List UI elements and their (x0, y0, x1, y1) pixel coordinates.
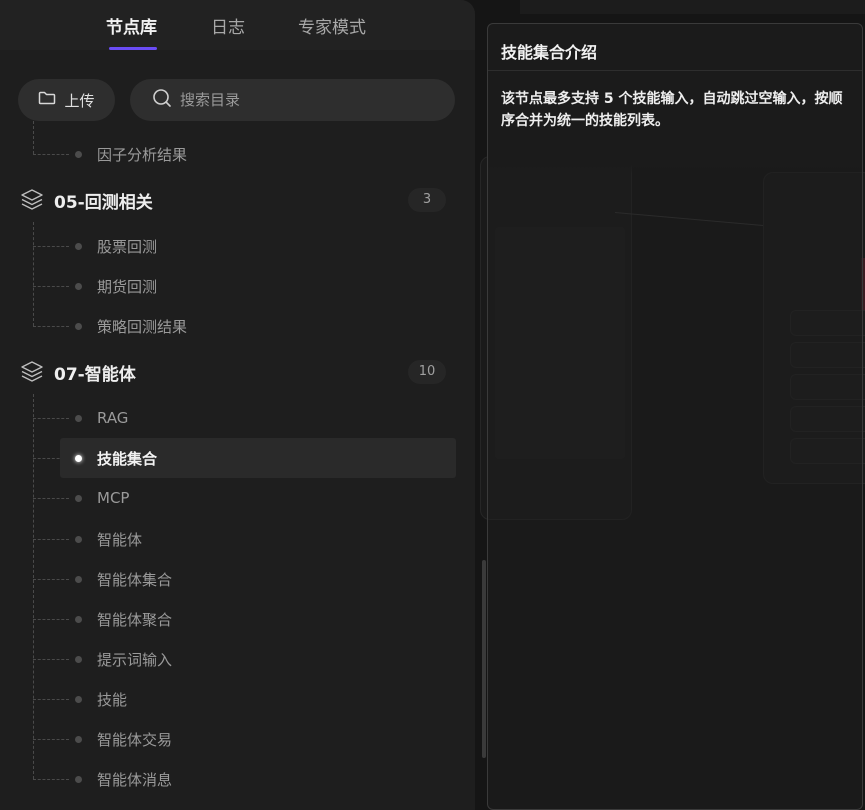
bullet-dot-icon (75, 322, 82, 330)
tree-leaf-label: 智能体聚合 (97, 610, 173, 629)
layers-icon (21, 189, 43, 210)
bullet-dot-icon (75, 655, 82, 663)
bullet-dot-icon (75, 775, 82, 783)
tree-leaf-mcp[interactable]: MCP (60, 478, 456, 518)
tree-leaf-label: 智能体集合 (97, 570, 173, 589)
tree-leaf-agent-aggregate[interactable]: 智能体聚合 (60, 599, 456, 639)
intro-description: 该节点最多支持 5 个技能输入，自动跳过空输入，按顺序合并为统一的技能列表。 (501, 91, 843, 129)
tree-group-count-badge: 10 (408, 360, 446, 384)
tree-group-count-badge: 3 (408, 188, 446, 212)
upload-button[interactable]: 上传 (18, 79, 115, 121)
bullet-dot-icon (75, 494, 82, 502)
tree-group-title: 07-智能体 (54, 364, 136, 385)
tree-leaf-label: 智能体交易 (97, 730, 173, 749)
tab-log[interactable]: 日志 (211, 13, 245, 38)
bullet-dot-icon (75, 282, 82, 290)
tree-group-agent[interactable]: 07-智能体 10 (18, 352, 456, 392)
bullet-dot-icon (75, 414, 82, 422)
tree-leaf-skill-collection[interactable]: 技能集合 (60, 438, 456, 478)
bullet-dot-icon (75, 575, 82, 583)
tree-group-title: 05-回测相关 (54, 192, 153, 213)
tree-leaf-label: 策略回测结果 (97, 317, 188, 336)
tree-leaf-label: 期货回测 (97, 277, 158, 296)
intro-divider (488, 70, 862, 71)
bullet-dot-icon (75, 454, 82, 462)
upload-button-label: 上传 (64, 91, 95, 110)
tab-expert-mode[interactable]: 专家模式 (298, 13, 366, 38)
bullet-dot-icon (75, 242, 82, 250)
tree-leaf-skill[interactable]: 技能 (60, 679, 456, 719)
tree-connector (33, 394, 34, 779)
tree-leaf-label: 智能体 (97, 530, 143, 549)
tree-leaf-strategy-backtest-result[interactable]: 策略回测结果 (60, 306, 456, 346)
panel-scrollbar[interactable] (482, 560, 486, 758)
canvas-toolbar-ghost (520, 0, 865, 14)
search-icon (152, 88, 172, 112)
tree-leaf-stock-backtest[interactable]: 股票回测 (60, 226, 456, 266)
bullet-dot-icon (75, 615, 82, 623)
tree-leaf-label: MCP (97, 489, 130, 507)
tree-leaf-agent-trade[interactable]: 智能体交易 (60, 719, 456, 759)
tree-leaf-label: 因子分析结果 (97, 145, 188, 164)
bullet-dot-icon (75, 535, 82, 543)
tree-connector (33, 121, 34, 154)
tree-group-backtest[interactable]: 05-回测相关 3 (18, 180, 456, 220)
node-library-panel: 节点库 日志 专家模式 上传 搜索目录 因子分析结果 05-回测相关 3 股票回… (0, 0, 475, 810)
tab-node-library[interactable]: 节点库 (106, 13, 157, 38)
tree-leaf-label: RAG (97, 409, 129, 427)
search-input[interactable] (180, 91, 440, 109)
panel-tabs: 节点库 日志 专家模式 (0, 0, 475, 50)
tree-leaf-rag[interactable]: RAG (60, 398, 456, 438)
tree-leaf-label: 股票回测 (97, 237, 158, 256)
folder-icon (38, 90, 56, 110)
bullet-dot-icon (75, 735, 82, 743)
bullet-dot-icon (75, 695, 82, 703)
tree-leaf-label: 智能体消息 (97, 770, 173, 789)
tree-leaf-label: 技能集合 (97, 449, 158, 468)
active-tab-indicator (109, 47, 157, 50)
app-root: 节点库 日志 专家模式 上传 搜索目录 因子分析结果 05-回测相关 3 股票回… (0, 0, 865, 810)
tree-leaf-agent-message[interactable]: 智能体消息 (60, 759, 456, 799)
tree-leaf-agent[interactable]: 智能体 (60, 519, 456, 559)
tree-connector (33, 222, 34, 326)
tree-leaf-agent-collection[interactable]: 智能体集合 (60, 559, 456, 599)
tree-leaf-prompt-input[interactable]: 提示词输入 (60, 639, 456, 679)
tree-leaf-label: 技能 (97, 690, 128, 709)
tree-leaf-factor-result[interactable]: 因子分析结果 (60, 134, 456, 174)
tree-leaf-label: 提示词输入 (97, 650, 173, 669)
bullet-dot-icon (75, 150, 82, 158)
node-intro-panel: 技能集合介绍 该节点最多支持 5 个技能输入，自动跳过空输入，按顺序合并为统一的… (487, 23, 863, 810)
search-box[interactable] (130, 79, 455, 121)
layers-icon (21, 361, 43, 382)
tree-leaf-futures-backtest[interactable]: 期货回测 (60, 266, 456, 306)
intro-title: 技能集合介绍 (501, 43, 598, 62)
